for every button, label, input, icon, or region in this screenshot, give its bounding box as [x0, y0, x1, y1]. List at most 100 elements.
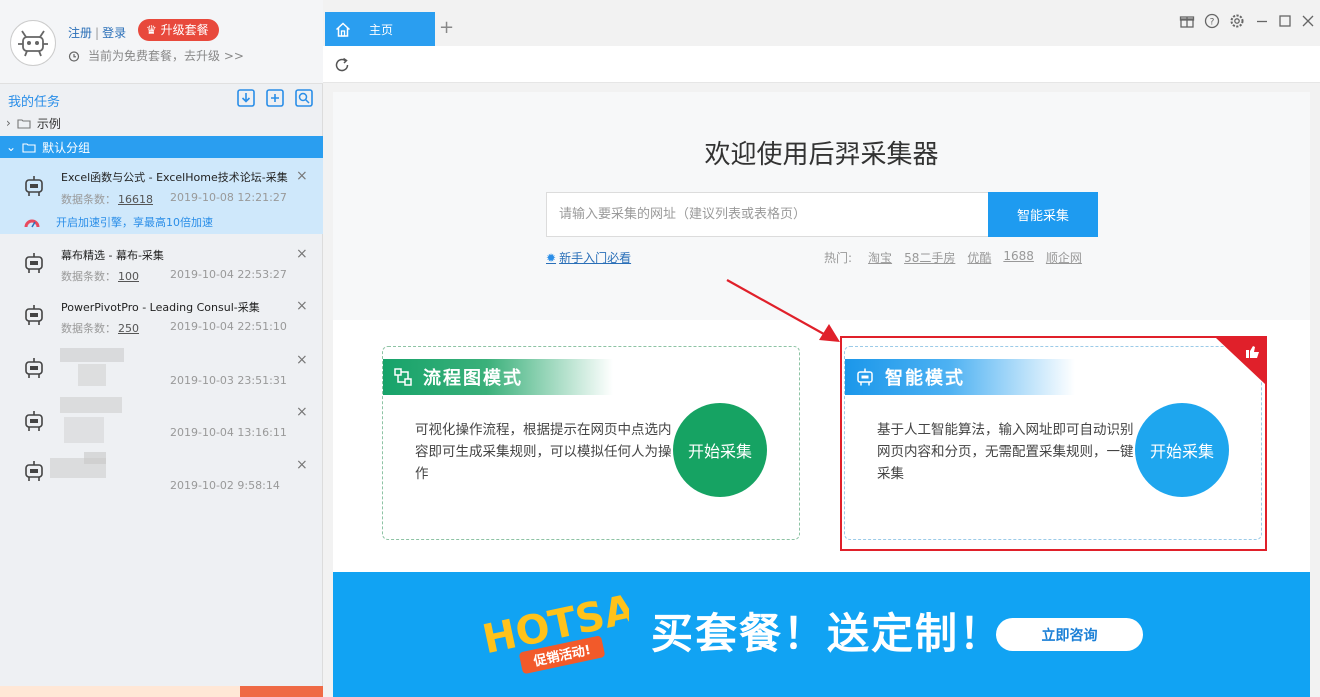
task-item[interactable]: 幕布精选 - 幕布-采集 数据条数： 100 2019-10-04 22:53:2…: [0, 237, 323, 289]
task-title: PowerPivotPro - Leading Consul-采集: [61, 301, 260, 314]
redacted-meta: [84, 452, 106, 464]
url-search-box: 智能采集: [546, 192, 1098, 237]
smart-mode-description: 基于人工智能算法，输入网址即可自动识别网页内容和分页，无需配置采集规则，一键采集: [877, 422, 1134, 482]
alarm-icon: [68, 50, 80, 62]
avatar[interactable]: [10, 20, 56, 66]
close-icon[interactable]: [1300, 13, 1316, 29]
task-title: 幕布精选 - 幕布-采集: [61, 249, 164, 262]
task-title: Excel函数与公式 - ExcelHome技术论坛-采集: [61, 171, 288, 184]
sidebar-footer-button[interactable]: [240, 686, 323, 697]
hot-link-1688[interactable]: 1688: [1003, 249, 1034, 266]
hot-links: 热门: 淘宝 58二手房 优酷 1688 顺企网: [824, 249, 1082, 266]
task-item[interactable]: 2019-10-04 13:16:11 ×: [0, 395, 323, 447]
upgrade-button[interactable]: ♛ 升级套餐: [138, 19, 219, 41]
accel-engine-link[interactable]: 开启加速引擎，享最高10倍加速: [24, 214, 213, 230]
task-date: 2019-10-02 9:58:14: [170, 479, 280, 492]
group-label: 示例: [36, 116, 61, 131]
flow-start-button[interactable]: 开始采集: [673, 403, 767, 497]
task-count-label: 数据条数：: [61, 322, 116, 335]
hot-link-youku[interactable]: 优酷: [967, 249, 991, 266]
svg-text:?: ?: [1210, 18, 1215, 28]
sidebar-footer-banner[interactable]: [0, 686, 323, 697]
add-task-icon[interactable]: [265, 89, 285, 107]
settings-icon[interactable]: [1229, 13, 1245, 29]
plan-status[interactable]: 当前为免费套餐，去升级 >>: [68, 47, 244, 64]
help-icon[interactable]: ?: [1204, 13, 1220, 29]
robot-icon: [25, 461, 43, 481]
task-item[interactable]: 2019-10-03 23:51:31 ×: [0, 342, 323, 394]
upgrade-label: 升级套餐: [160, 23, 209, 37]
promo-slogan: 买套餐！送定制！: [651, 609, 1004, 658]
smart-mode-card[interactable]: 智能模式 基于人工智能算法，输入网址即可自动识别网页内容和分页，无需配置采集规则…: [844, 346, 1262, 540]
refresh-icon[interactable]: [333, 56, 351, 74]
flowchart-icon: [394, 368, 412, 386]
hot-link-58[interactable]: 58二手房: [904, 249, 955, 266]
redacted-meta: [78, 364, 106, 386]
accel-text: 开启加速引擎，享最高10倍加速: [56, 216, 213, 229]
address-bar: [323, 46, 1320, 83]
smart-start-button[interactable]: 开始采集: [1135, 403, 1229, 497]
close-task-button[interactable]: ×: [296, 457, 308, 473]
flow-mode-card[interactable]: 流程图模式 可视化操作流程，根据提示在网页中点选内容即可生成采集规则，可以模拟任…: [382, 346, 800, 540]
robot-icon: [25, 411, 43, 431]
task-count[interactable]: 100: [118, 270, 139, 283]
register-link[interactable]: 注册: [68, 26, 92, 40]
task-date: 2019-10-04 13:16:11: [170, 426, 287, 439]
smart-mode-title: 智能模式: [885, 368, 965, 389]
new-tab-button[interactable]: +: [439, 17, 454, 38]
task-meta: 数据条数： 16618: [61, 191, 153, 207]
task-meta: 数据条数： 250: [61, 320, 139, 336]
task-count-label: 数据条数：: [61, 270, 116, 283]
close-task-button[interactable]: ×: [296, 298, 308, 314]
sidebar: 注册 | 登录 ♛ 升级套餐 当前为免费套餐，去升级 >> 我的任务 › 示例 …: [0, 0, 323, 697]
hotsale-logo: HOTSALE 促销活动!: [479, 582, 629, 674]
page-title: 欢迎使用后羿采集器: [704, 140, 939, 170]
beginner-guide-link[interactable]: ✹ 新手入门必看: [546, 249, 631, 266]
hot-link-shunqi[interactable]: 顺企网: [1046, 249, 1082, 266]
gift-icon[interactable]: [1179, 13, 1195, 29]
task-item[interactable]: Excel函数与公式 - ExcelHome技术论坛-采集 数据条数： 16618…: [0, 158, 323, 234]
folder-icon: [22, 142, 36, 153]
url-input[interactable]: [547, 193, 989, 236]
task-date: 2019-10-04 22:53:27: [170, 268, 287, 281]
close-task-button[interactable]: ×: [296, 404, 308, 420]
chevron-down-icon: ⌄: [6, 140, 17, 154]
folder-icon: [17, 118, 31, 129]
consult-now-button[interactable]: 立即咨询: [996, 618, 1143, 651]
task-item[interactable]: 2019-10-02 9:58:14 ×: [0, 448, 323, 500]
search-task-icon[interactable]: [294, 89, 314, 107]
home-page: 欢迎使用后羿采集器 智能采集 ✹ 新手入门必看 热门: 淘宝 58二手房 优酷 …: [333, 92, 1310, 697]
promo-banner[interactable]: HOTSALE 促销活动! 买套餐！送定制！ 立即咨询: [333, 572, 1310, 697]
group-example[interactable]: › 示例: [0, 112, 323, 134]
task-count-label: 数据条数：: [61, 193, 116, 206]
minimize-icon[interactable]: [1254, 13, 1270, 29]
smart-collect-button[interactable]: 智能采集: [988, 192, 1098, 237]
robot-icon: [18, 30, 48, 57]
task-item[interactable]: PowerPivotPro - Leading Consul-采集 数据条数： 2…: [0, 289, 323, 341]
close-task-button[interactable]: ×: [296, 246, 308, 262]
bulb-icon: ✹: [546, 250, 557, 265]
flow-mode-description: 可视化操作流程，根据提示在网页中点选内容即可生成采集规则，可以模拟任何人为操作: [415, 422, 672, 482]
close-task-button[interactable]: ×: [296, 352, 308, 368]
robot-icon: [25, 305, 43, 325]
task-count[interactable]: 250: [118, 322, 139, 335]
group-default[interactable]: ⌄ 默认分组: [0, 136, 323, 158]
auth-links: 注册 | 登录: [68, 26, 127, 40]
redacted-title: [60, 397, 122, 413]
import-icon[interactable]: [236, 89, 256, 107]
recommended-ribbon: [1216, 338, 1265, 384]
maximize-icon[interactable]: [1277, 13, 1293, 29]
hot-link-taobao[interactable]: 淘宝: [868, 249, 892, 266]
login-link[interactable]: 登录: [102, 26, 126, 40]
crown-icon: ♛: [146, 23, 157, 37]
chevron-right-icon: ›: [6, 116, 11, 130]
robot-icon: [25, 358, 43, 378]
smart-mode-banner: 智能模式: [845, 359, 1075, 395]
close-task-button[interactable]: ×: [296, 168, 308, 184]
flow-mode-banner: 流程图模式: [383, 359, 613, 395]
task-count[interactable]: 16618: [118, 193, 153, 206]
tab-home[interactable]: 主页: [325, 12, 435, 46]
flow-mode-title: 流程图模式: [423, 368, 523, 389]
task-date: 2019-10-03 23:51:31: [170, 374, 287, 387]
tab-bar: 主页 + ?: [323, 0, 1320, 46]
